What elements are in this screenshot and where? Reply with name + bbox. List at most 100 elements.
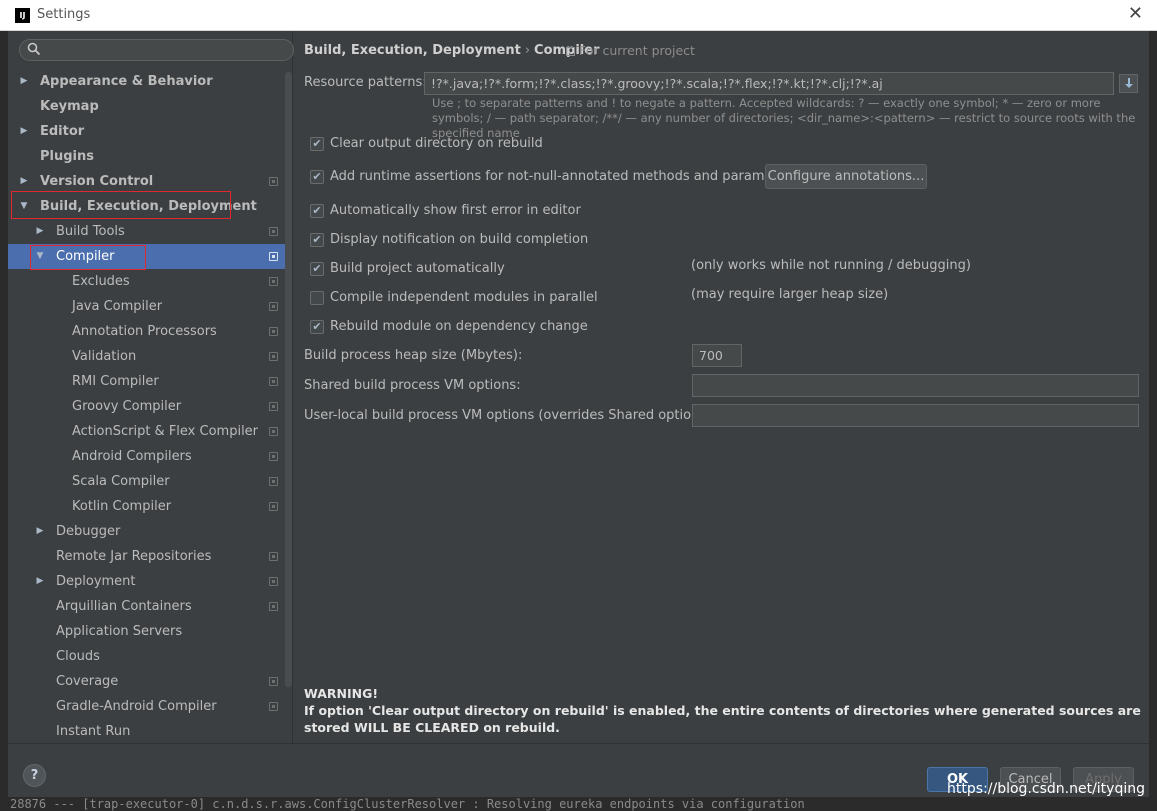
tree-item[interactable]: Scala Compiler bbox=[8, 469, 285, 494]
tree-item-label: Coverage bbox=[56, 674, 119, 689]
tree-item[interactable]: Groovy Compiler bbox=[8, 394, 285, 419]
tree-item[interactable]: ▶ Version Control bbox=[8, 169, 285, 194]
tree-item-label: Clouds bbox=[56, 649, 100, 664]
tree-item[interactable]: ▶ Debugger bbox=[8, 519, 285, 544]
tree-item[interactable]: Excludes bbox=[8, 269, 285, 294]
breadcrumb-parent[interactable]: Build, Execution, Deployment bbox=[304, 43, 521, 58]
checkbox-unchecked[interactable] bbox=[310, 291, 324, 305]
tree-item[interactable]: Java Compiler bbox=[8, 294, 285, 319]
heap-size-input[interactable]: 700 bbox=[692, 344, 742, 367]
option-label[interactable]: Rebuild module on dependency change bbox=[330, 317, 588, 337]
tree-item[interactable]: Coverage bbox=[8, 669, 285, 694]
tree-item-label: Editor bbox=[40, 124, 85, 139]
tree-item[interactable]: Instant Run bbox=[8, 719, 285, 744]
option-note: (may require larger heap size) bbox=[691, 287, 889, 302]
checkbox-checked[interactable]: ✔ bbox=[310, 170, 324, 184]
tree-item[interactable]: ▼ Build, Execution, Deployment bbox=[8, 194, 285, 219]
tree-item[interactable]: Remote Jar Repositories bbox=[8, 544, 285, 569]
close-icon[interactable]: ✕ bbox=[1128, 5, 1143, 23]
checkbox-checked[interactable]: ✔ bbox=[310, 262, 324, 276]
window-edge-left bbox=[0, 31, 8, 811]
project-scope-icon bbox=[269, 377, 278, 386]
tree-item[interactable]: ▶ Editor bbox=[8, 119, 285, 144]
project-scope-icon bbox=[269, 452, 278, 461]
collapsed-arrow-icon[interactable]: ▶ bbox=[34, 569, 46, 594]
tree-item-label: Appearance & Behavior bbox=[40, 74, 213, 89]
breadcrumb-separator: › bbox=[524, 43, 531, 58]
tree-item[interactable]: Application Servers bbox=[8, 619, 285, 644]
option-label[interactable]: Display notification on build completion bbox=[330, 230, 588, 250]
tree-item-label: Java Compiler bbox=[72, 299, 163, 314]
checkbox-checked[interactable]: ✔ bbox=[310, 137, 324, 151]
tree-item-label: Compiler bbox=[56, 249, 115, 264]
tree-item[interactable]: Keymap bbox=[8, 94, 285, 119]
option-label[interactable]: Build project automatically bbox=[330, 259, 505, 279]
tree-item-label: Instant Run bbox=[56, 724, 131, 739]
tree-item[interactable]: ▶ Appearance & Behavior bbox=[8, 69, 285, 94]
settings-search-input[interactable] bbox=[19, 39, 294, 61]
tree-item-label: ActionScript & Flex Compiler bbox=[72, 424, 259, 439]
resource-patterns-input[interactable]: !?*.java;!?*.form;!?*.class;!?*.groovy;!… bbox=[424, 72, 1114, 95]
configure-annotations-button[interactable]: Configure annotations... bbox=[765, 164, 927, 189]
tree-item-label: Scala Compiler bbox=[72, 474, 170, 489]
project-scope-icon bbox=[269, 477, 278, 486]
tree-item[interactable]: Plugins bbox=[8, 144, 285, 169]
project-scope-icon bbox=[269, 577, 278, 586]
sidebar-scrollbar[interactable] bbox=[285, 72, 292, 687]
expanded-arrow-icon[interactable]: ▼ bbox=[34, 244, 46, 269]
option-label[interactable]: Add runtime assertions for not-null-anno… bbox=[330, 167, 798, 187]
tree-item[interactable]: Arquillian Containers bbox=[8, 594, 285, 619]
tree-item[interactable]: Validation bbox=[8, 344, 285, 369]
user-vm-options-input[interactable] bbox=[692, 404, 1139, 427]
warning-title: WARNING! bbox=[304, 686, 379, 701]
option-label[interactable]: Clear output directory on rebuild bbox=[330, 134, 543, 154]
tree-item[interactable]: Annotation Processors bbox=[8, 319, 285, 344]
heap-size-label: Build process heap size (Mbytes): bbox=[304, 348, 523, 363]
project-scope-icon bbox=[269, 177, 278, 186]
tree-item[interactable]: ▶ Deployment bbox=[8, 569, 285, 594]
project-scope-icon bbox=[269, 427, 278, 436]
scope-label: For current project bbox=[566, 43, 695, 58]
project-scope-icon bbox=[269, 402, 278, 411]
tree-item-label: RMI Compiler bbox=[72, 374, 159, 389]
tree-item[interactable]: ActionScript & Flex Compiler bbox=[8, 419, 285, 444]
compiler-settings-panel: Build, Execution, Deployment › Compiler Fo… bbox=[294, 31, 1149, 743]
expand-field-icon[interactable] bbox=[1119, 74, 1138, 93]
expanded-arrow-icon[interactable]: ▼ bbox=[18, 194, 30, 219]
tree-item-label: Application Servers bbox=[56, 624, 183, 639]
project-scope-icon bbox=[269, 552, 278, 561]
collapsed-arrow-icon[interactable]: ▶ bbox=[18, 169, 30, 194]
tree-item[interactable]: Kotlin Compiler bbox=[8, 494, 285, 519]
tree-item-label: Android Compilers bbox=[72, 449, 192, 464]
tree-item-label: Groovy Compiler bbox=[72, 399, 182, 414]
tree-item[interactable]: Clouds bbox=[8, 644, 285, 669]
tree-item-label: Arquillian Containers bbox=[56, 599, 192, 614]
checkbox-checked[interactable]: ✔ bbox=[310, 204, 324, 218]
collapsed-arrow-icon[interactable]: ▶ bbox=[34, 219, 46, 244]
tree-item[interactable]: Android Compilers bbox=[8, 444, 285, 469]
tree-item[interactable]: RMI Compiler bbox=[8, 369, 285, 394]
collapsed-arrow-icon[interactable]: ▶ bbox=[18, 119, 30, 144]
tree-item-label: Annotation Processors bbox=[72, 324, 217, 339]
intellij-logo-icon: IJ bbox=[15, 8, 30, 23]
tree-item[interactable]: ▼ Compiler bbox=[8, 244, 285, 269]
collapsed-arrow-icon[interactable]: ▶ bbox=[18, 69, 30, 94]
help-button[interactable]: ? bbox=[23, 764, 46, 787]
collapsed-arrow-icon[interactable]: ▶ bbox=[34, 519, 46, 544]
project-scope-icon bbox=[566, 47, 575, 56]
option-label[interactable]: Compile independent modules in parallel bbox=[330, 288, 598, 308]
tree-item-label: Debugger bbox=[56, 524, 121, 539]
background-console-output: 28876 --- [trap-executor-0] c.n.d.s.r.aw… bbox=[0, 797, 1157, 811]
project-scope-icon bbox=[269, 252, 278, 261]
option-label[interactable]: Automatically show first error in editor bbox=[330, 201, 581, 221]
shared-vm-options-input[interactable] bbox=[692, 374, 1139, 397]
tree-item[interactable]: Gradle-Android Compiler bbox=[8, 694, 285, 719]
tree-item-label: Remote Jar Repositories bbox=[56, 549, 212, 564]
tree-item[interactable]: ▶ Build Tools bbox=[8, 219, 285, 244]
tree-item-label: Plugins bbox=[40, 149, 94, 164]
checkbox-checked[interactable]: ✔ bbox=[310, 233, 324, 247]
title-bar: IJ Settings ✕ bbox=[0, 0, 1157, 31]
warning-message: WARNING! If option 'Clear output directo… bbox=[304, 685, 1144, 736]
checkbox-checked[interactable]: ✔ bbox=[310, 320, 324, 334]
warning-text: If option 'Clear output directory on reb… bbox=[304, 703, 1141, 735]
